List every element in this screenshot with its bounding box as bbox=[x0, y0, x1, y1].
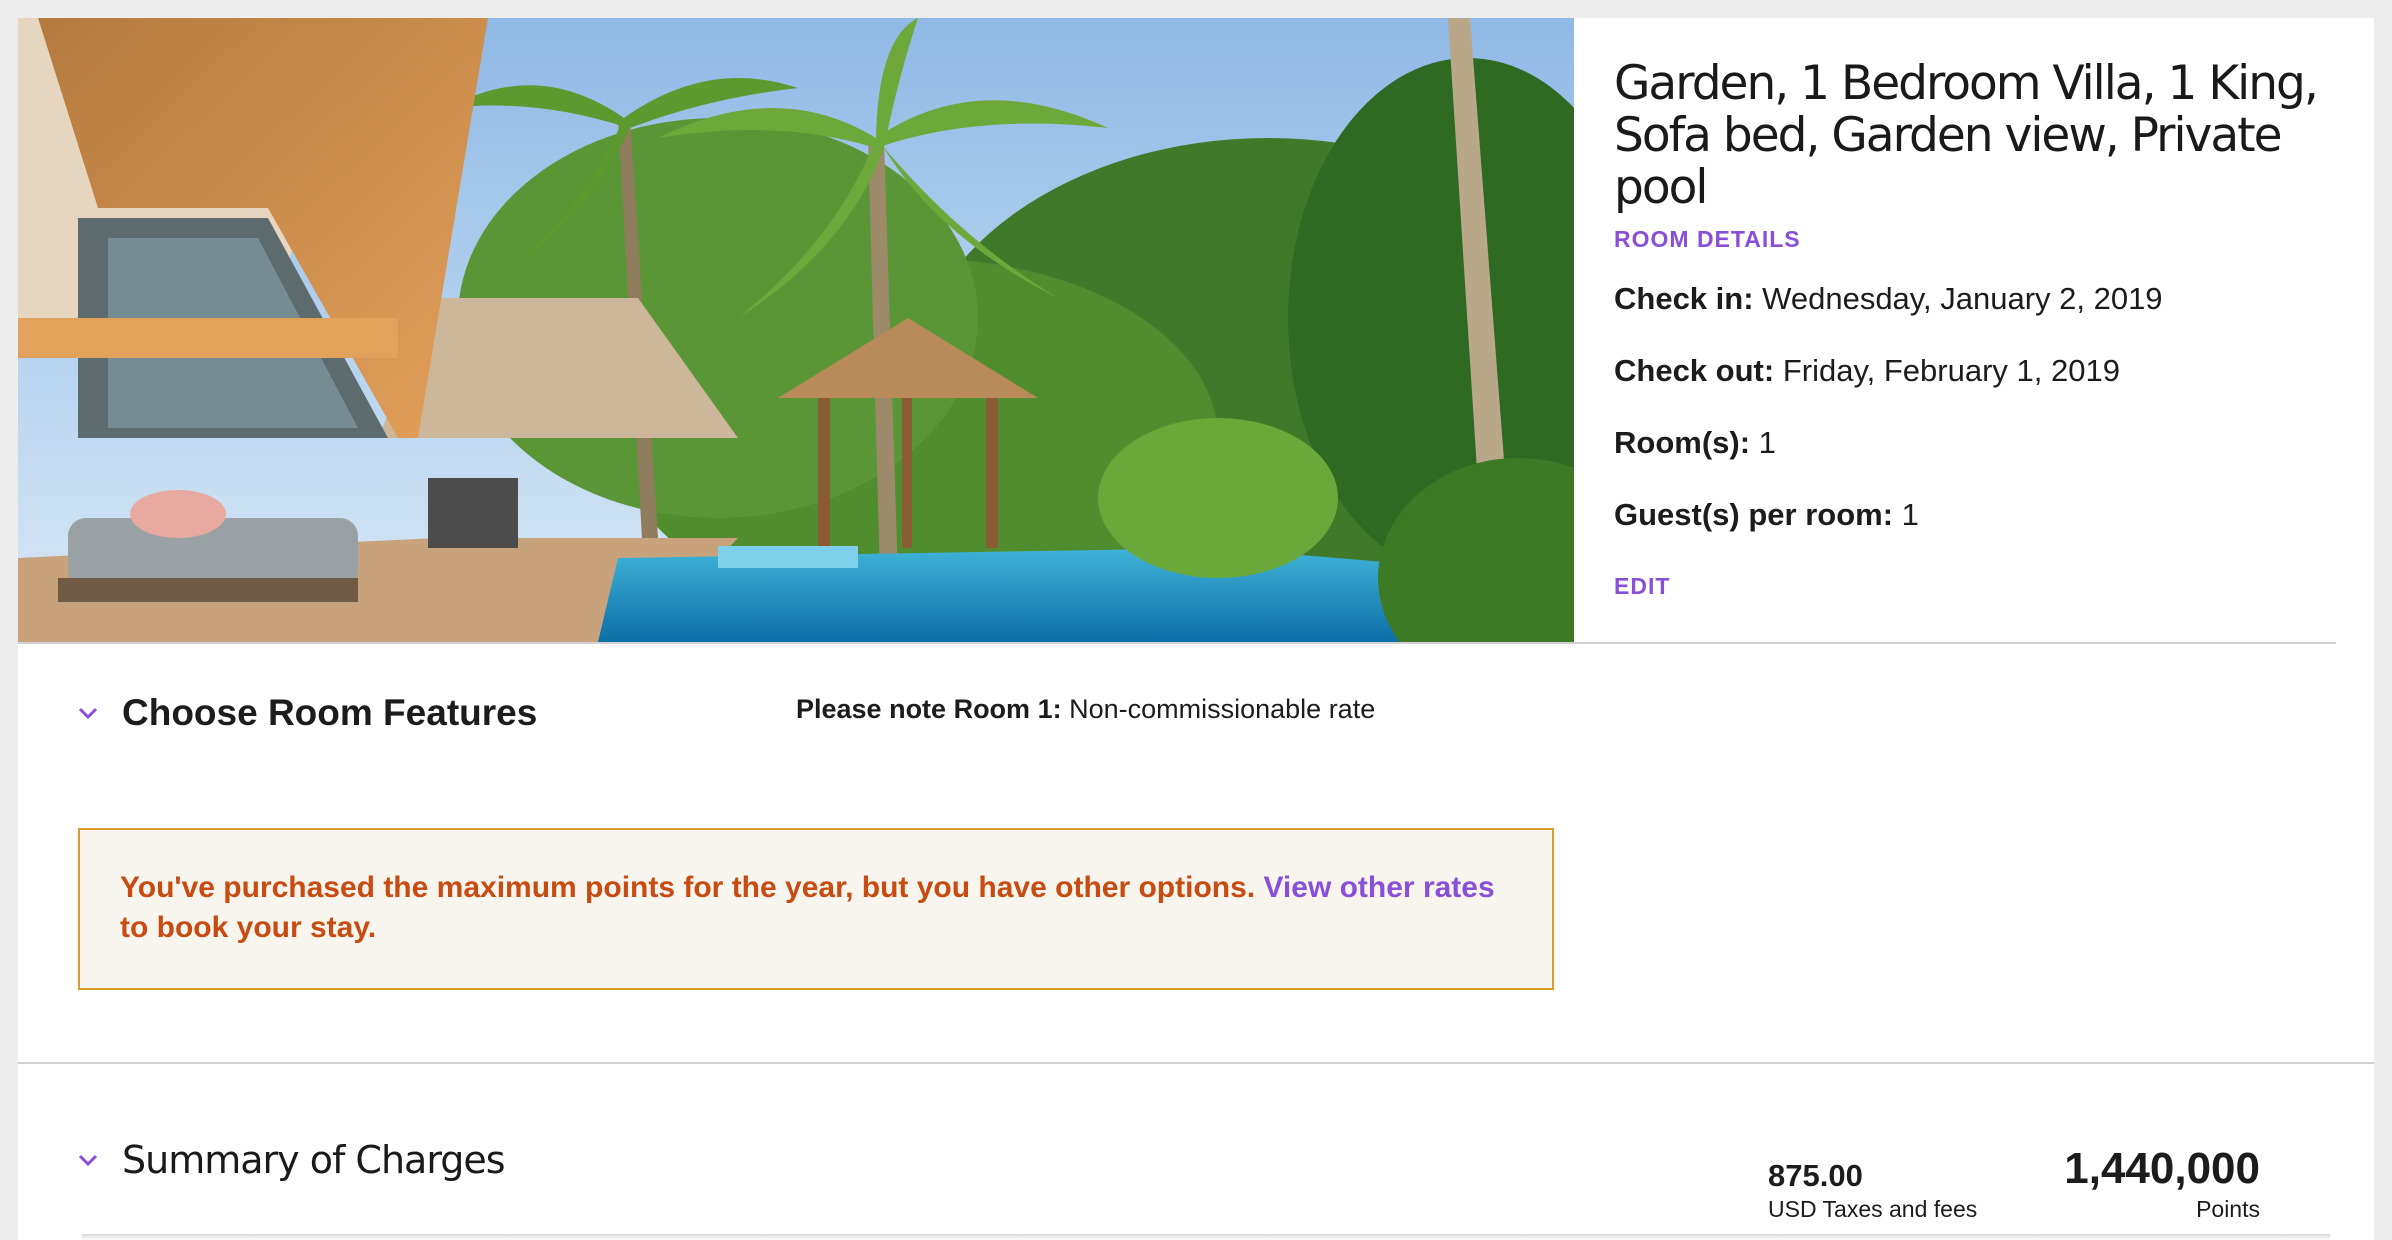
taxes-and-fees: 875.00 USD Taxes and fees bbox=[1768, 1158, 1977, 1223]
rooms-value: 1 bbox=[1758, 425, 1776, 460]
check-in-value: Wednesday, January 2, 2019 bbox=[1762, 281, 2163, 316]
room-info-panel: Garden, 1 Bedroom Villa, 1 King, Sofa be… bbox=[1614, 58, 2354, 600]
note-label: Please note Room 1: bbox=[796, 694, 1062, 724]
chevron-down-icon bbox=[78, 1154, 98, 1167]
taxes-label: USD Taxes and fees bbox=[1768, 1196, 1978, 1222]
points-label: Points bbox=[2196, 1196, 2260, 1222]
choose-room-features-toggle[interactable]: Choose Room Features bbox=[76, 692, 537, 734]
view-other-rates-link[interactable]: View other rates bbox=[1263, 871, 1494, 904]
guests-label: Guest(s) per room: bbox=[1614, 497, 1894, 532]
room-title: Garden, 1 Bedroom Villa, 1 King, Sofa be… bbox=[1614, 56, 2319, 215]
guests-value: 1 bbox=[1901, 497, 1919, 532]
edit-link[interactable]: EDIT bbox=[1614, 573, 2354, 600]
reservation-page: Garden, 1 Bedroom Villa, 1 King, Sofa be… bbox=[18, 18, 2374, 1240]
points-amount: 1,440,000 bbox=[2064, 1144, 2260, 1193]
room-photo bbox=[18, 18, 1574, 642]
taxes-amount: 875.00 bbox=[1768, 1158, 1863, 1193]
section-title: Choose Room Features bbox=[122, 692, 538, 733]
summary-of-charges-toggle[interactable]: Summary of Charges bbox=[76, 1138, 506, 1182]
check-out-line: Check out: Friday, February 1, 2019 bbox=[1614, 351, 2354, 391]
rate-note: Please note Room 1: Non-commissionable r… bbox=[796, 694, 1375, 725]
divider bbox=[82, 1234, 2330, 1240]
note-value: Non-commissionable rate bbox=[1069, 694, 1376, 724]
alert-text-after: to book your stay. bbox=[120, 911, 377, 944]
divider bbox=[18, 1062, 2374, 1064]
room-details-link[interactable]: ROOM DETAILS bbox=[1614, 226, 2354, 253]
guests-line: Guest(s) per room: 1 bbox=[1614, 495, 2354, 535]
chevron-down-icon bbox=[78, 707, 98, 720]
alert-message: You've purchased the maximum points for … bbox=[120, 868, 1512, 948]
rooms-line: Room(s): 1 bbox=[1614, 423, 2354, 463]
max-points-alert: You've purchased the maximum points for … bbox=[78, 828, 1554, 990]
check-out-value: Friday, February 1, 2019 bbox=[1782, 353, 2120, 388]
check-out-label: Check out: bbox=[1614, 353, 1775, 388]
check-in-line: Check in: Wednesday, January 2, 2019 bbox=[1614, 279, 2354, 319]
alert-text-before: You've purchased the maximum points for … bbox=[120, 871, 1264, 904]
rooms-label: Room(s): bbox=[1614, 425, 1751, 460]
summary-title: Summary of Charges bbox=[122, 1138, 506, 1182]
divider bbox=[18, 642, 2336, 644]
points-total: 1,440,000 Points bbox=[2064, 1144, 2260, 1223]
check-in-label: Check in: bbox=[1614, 281, 1754, 316]
